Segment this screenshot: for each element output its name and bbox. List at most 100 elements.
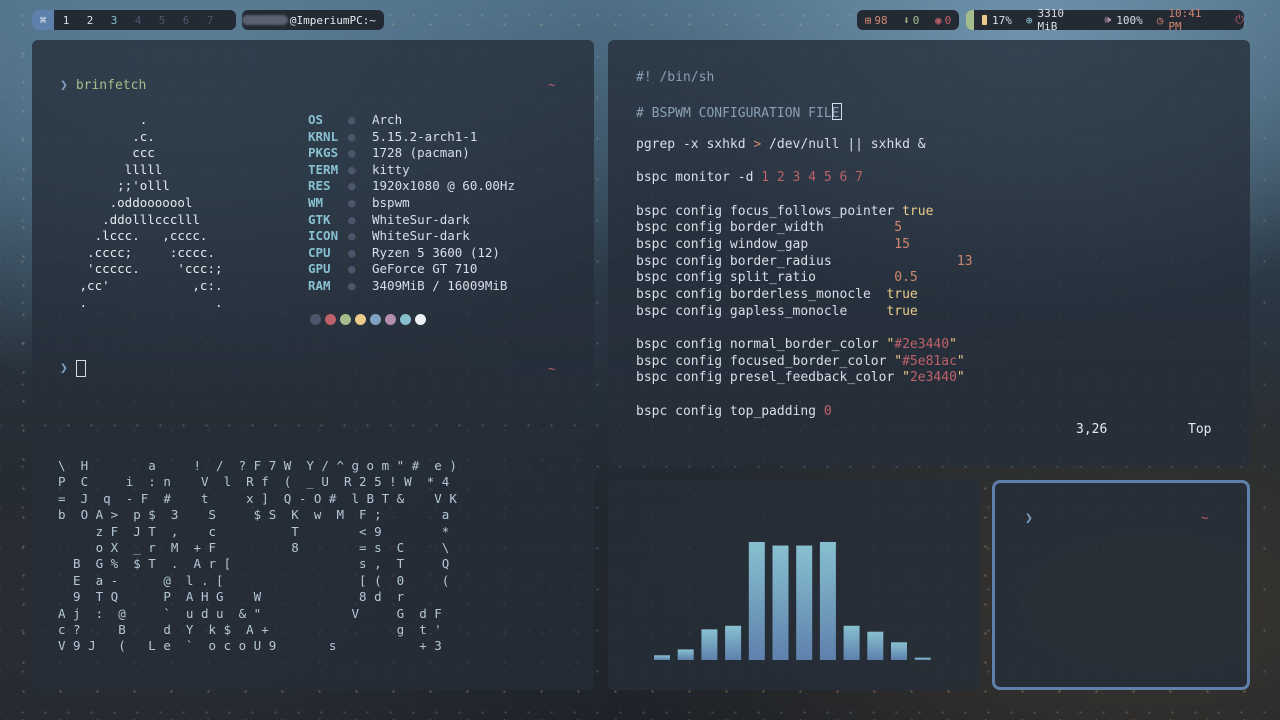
memory-usage: 3310 MiB [1037,7,1064,33]
info-value: 1728 (pacman) [372,145,470,161]
code-token: bspc monitor -d [636,170,762,186]
updates-count: 98 [874,13,888,27]
github-stat[interactable]: ◉ 0 [935,14,951,27]
editor-cursor [831,103,842,121]
info-key: TERM [308,161,339,177]
clock-module[interactable]: ◷ 10:41 PM [1157,7,1222,33]
prompt-arrow-icon: ❯ [1025,511,1033,526]
code-line[interactable]: pgrep -x sxhkd > /dev/null || sxhkd & [636,137,973,154]
cwd-indicator: ~ [548,78,556,92]
info-value: WhiteSur-dark [372,228,470,244]
focused-terminal-window[interactable]: ❯ ~ [992,480,1250,690]
info-key: ICON [308,228,339,244]
clock-time: 10:41 PM [1168,7,1202,33]
code-line[interactable]: bspc config normal_border_color "#2e3440… [636,337,973,354]
info-row-wm: WM ● bspwm [308,195,515,212]
blank-line[interactable] [636,120,973,137]
code-line[interactable]: bspc config border_width 5 [636,220,973,237]
code-token: bspc config focus_follows_pointer [636,203,903,219]
info-value: WhiteSur-dark [372,211,470,227]
cpu-usage: 17% [991,13,1012,27]
code-token: bspc config top_padding [636,403,824,419]
command-icon[interactable]: ⌘ [32,10,54,30]
code-token: pgrep -x sxhkd [636,136,754,152]
updates-stat[interactable]: ⊞ 98 [865,14,888,27]
info-key: RES [308,178,331,194]
info-value: 5.15.2-arch1-1 [372,128,478,144]
info-key: KRNL [308,128,339,144]
power-icon: ⏻ [1235,13,1244,26]
code-line[interactable]: bspc config top_padding 0 [636,404,973,421]
code-line[interactable]: bspc config presel_feedback_color "2e344… [636,370,973,387]
blank-line[interactable] [636,187,973,204]
audio-visualizer-window[interactable] [608,480,980,690]
github-icon: ◉ [934,13,942,27]
info-row-term: TERM ● kitty [308,162,515,179]
info-key: CPU [308,244,331,260]
download-icon: ⬇ [903,13,910,27]
info-row-os: OS ● Arch [308,112,515,129]
info-row-icon: ICON ● WhiteSur-dark [308,228,515,245]
code-token: 0 [823,403,832,419]
workspace-5[interactable]: 5 [150,14,174,27]
visualizer-bar-2 [701,629,718,660]
fetch-command: brinfetch [75,78,147,93]
blank-line[interactable] [636,87,973,104]
workspace-4[interactable]: 4 [126,14,150,27]
cpu-module[interactable]: 17% [981,13,1012,27]
info-row-gtk: GTK ● WhiteSur-dark [308,212,515,229]
workspace-1[interactable]: 1 [54,14,78,27]
visualizer-bar-10 [891,642,907,660]
fetch-terminal-window[interactable]: ❯ brinfetch ~ . .c. ccc lllll ;;'olll .od… [32,40,594,412]
workspace-3[interactable]: 3 [102,14,126,27]
code-token: true [886,286,918,302]
code-line[interactable]: bspc monitor -d 1 2 3 4 5 6 7 [636,170,973,187]
workspace-2[interactable]: 2 [78,14,102,27]
info-value: GeForce GT 710 [372,261,478,277]
workspace-6[interactable]: 6 [174,14,198,27]
code-token: 1 2 3 4 5 6 7 [761,170,863,186]
visualizer-bar-3 [725,625,742,660]
info-value: bspwm [372,194,410,210]
power-button[interactable]: ⏻ [1235,13,1244,27]
editor-window[interactable]: #! /bin/sh # BSPWM CONFIGURATION FILE pgre… [608,40,1250,466]
code-line[interactable]: bspc config focus_follows_pointer true [636,204,973,221]
blank-line[interactable] [636,153,973,170]
visualizer-bar-7 [819,542,836,660]
github-count: 0 [944,13,952,27]
info-value: kitty [372,161,410,177]
cwd-indicator: ~ [548,362,556,376]
code-line[interactable]: bspc config border_radius 13 [636,254,973,271]
code-line[interactable]: bspc config window_gap 15 [636,237,973,254]
code-line[interactable]: bspc config split_ratio 0.5 [636,270,973,287]
info-row-pkgs: PKGS ● 1728 (pacman) [308,145,515,162]
blank-line[interactable] [636,387,973,404]
blank-line[interactable] [636,320,973,337]
code-line[interactable]: bspc config gapless_monocle true [636,304,973,321]
terminal-prompt[interactable]: ❯ [1025,511,1041,526]
matrix-rain-window[interactable]: \ H a ! / ? F 7 W Y / ^ g o m " # e ) P … [32,428,594,690]
code-token: " [956,370,965,386]
palette-swatch-3 [355,314,366,325]
memory-module[interactable]: ⊕ 3310 MiB [1026,7,1091,33]
visualizer-bar-1 [677,649,694,660]
info-row-gpu: GPU ● GeForce GT 710 [308,261,515,278]
code-line[interactable]: bspc config borderless_monocle true [636,287,973,304]
downloads-stat[interactable]: ⬇ 0 [903,14,919,27]
palette-swatch-0 [310,314,321,325]
info-row-ram: RAM ● 3409MiB / 16009MiB [308,278,515,295]
code-line[interactable]: # BSPWM CONFIGURATION FILE [636,103,973,121]
code-token: bspc config split_ratio [636,270,895,286]
visualizer-bar-5 [772,545,789,660]
workspace-bar: ⌘ 1234567 [32,10,236,30]
cursor-position: 3,26 [1076,422,1108,437]
code-line[interactable]: #! /bin/sh [636,70,973,87]
workspace-7[interactable]: 7 [198,14,222,27]
code-token: #! /bin/sh [636,70,715,85]
info-key: WM [308,194,324,210]
code-line[interactable]: bspc config focused_border_color "#5e81a… [636,354,973,371]
bspwmrc-buffer[interactable]: #! /bin/sh # BSPWM CONFIGURATION FILE pgre… [636,70,973,420]
code-token: /dev/null || sxhkd & [761,136,926,152]
volume-module[interactable]: 🕪 100% [1104,13,1142,27]
system-bar: 17% ⊕ 3310 MiB 🕪 100% ◷ 10:41 PM ⏻ [966,7,1244,33]
